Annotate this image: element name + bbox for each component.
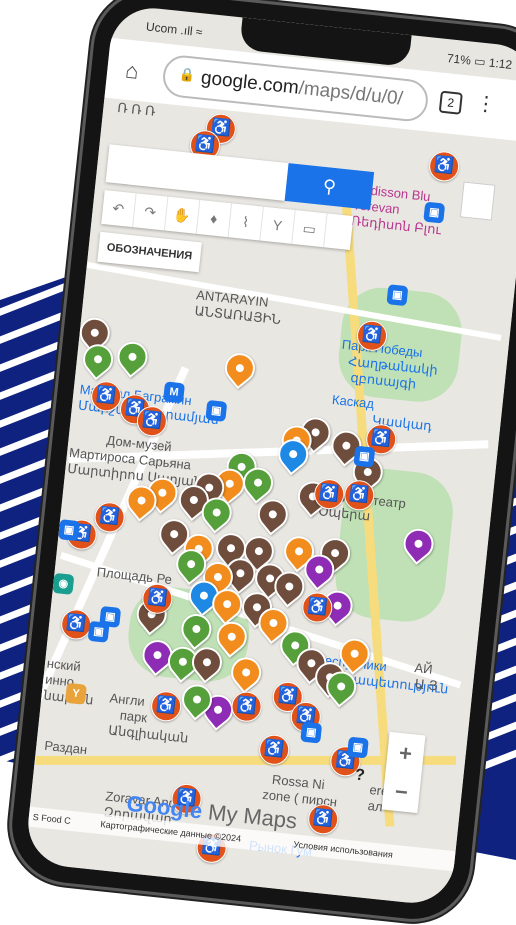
map-label-ai2: Ա Յ <box>414 676 439 694</box>
poi-icon: ▣ <box>58 519 81 542</box>
map-corner-button[interactable] <box>459 181 496 221</box>
url-text: google.com/maps/d/u/0/ <box>200 68 404 111</box>
map-canvas[interactable]: АРАБКՌ Ռ ՌANTARAYINԱՆՏԱՌԱՅԻՆRadisson Blu… <box>24 86 516 908</box>
time-label: 1:12 <box>488 55 513 72</box>
terms-link[interactable]: Условия использования <box>292 834 393 864</box>
poi-icon: ▣ <box>205 399 228 422</box>
map-label-kaskad: Каскад <box>331 391 375 412</box>
status-right: 71% ▭ 1:12 <box>446 51 513 72</box>
draw-line-icon[interactable]: ⌇ <box>228 203 264 241</box>
battery-label: 71% <box>446 51 472 68</box>
carrier-label: Ucom <box>145 19 179 37</box>
zoom-control: + − <box>381 731 426 814</box>
poi-icon: ▣ <box>300 721 323 744</box>
map-marker[interactable] <box>76 338 120 381</box>
poi-icon: ▣ <box>423 201 446 224</box>
map-label-razdan: Раздан <box>43 737 88 758</box>
marker-icon[interactable]: ♦ <box>196 200 233 238</box>
map-label-eng-park: Англи <box>108 690 146 709</box>
poi-icon: ▣ <box>346 736 369 759</box>
help-button[interactable]: ? <box>354 766 366 785</box>
map-marker[interactable] <box>218 347 261 390</box>
poi-icon: Y <box>64 682 87 705</box>
battery-icon: ▭ <box>473 53 487 70</box>
wheelchair-marker-icon[interactable]: ♿ <box>230 690 264 724</box>
map-label-eng-park-hy: Անգլիական <box>107 722 190 746</box>
tab-count-button[interactable]: 2 <box>438 90 463 115</box>
wheelchair-marker-icon[interactable]: ♿ <box>427 149 461 183</box>
ruler-icon[interactable]: ▭ <box>292 210 328 248</box>
undo-icon[interactable]: ↶ <box>101 190 137 228</box>
directions-icon[interactable]: Y <box>260 206 296 244</box>
zoom-out-button[interactable]: − <box>382 771 422 814</box>
map-label-eng-park2: парк <box>119 707 148 726</box>
food-court-label: S Food C <box>32 811 72 826</box>
wheelchair-marker-icon[interactable]: ♿ <box>149 689 183 723</box>
map-label-arabkir-hy: Ռ Ռ Ռ <box>116 99 157 119</box>
map-label-antarayin-hy: ԱՆՏԱՌԱՅԻՆ <box>193 303 282 328</box>
poi-icon: ▣ <box>87 620 110 643</box>
poi-icon: M <box>163 381 185 404</box>
poi-icon: ▣ <box>353 445 376 468</box>
redo-icon[interactable]: ↷ <box>133 193 169 231</box>
map-label-ai: АЙ <box>413 660 434 677</box>
home-icon[interactable]: ⌂ <box>124 58 140 85</box>
poi-icon: ▣ <box>386 284 409 307</box>
url-path: /maps/d/u/0/ <box>297 77 404 110</box>
status-left: Ucom .ıll ≈ <box>145 19 203 39</box>
map-marker[interactable] <box>111 335 154 378</box>
search-icon: ⚲ <box>321 175 337 198</box>
url-host: google.com <box>199 67 300 99</box>
search-button[interactable]: ⚲ <box>284 163 375 210</box>
phone-screen: Ucom .ıll ≈ 71% ▭ 1:12 ⌂ 🔒 google.com/ma… <box>24 3 516 908</box>
zoom-in-button[interactable]: + <box>386 732 426 775</box>
lock-icon: 🔒 <box>178 66 197 83</box>
more-icon[interactable]: ⋮ <box>475 90 498 117</box>
hand-icon[interactable]: ✋ <box>164 196 201 234</box>
signal-icon: .ıll ≈ <box>179 23 204 40</box>
poi-icon: ◉ <box>52 572 75 595</box>
